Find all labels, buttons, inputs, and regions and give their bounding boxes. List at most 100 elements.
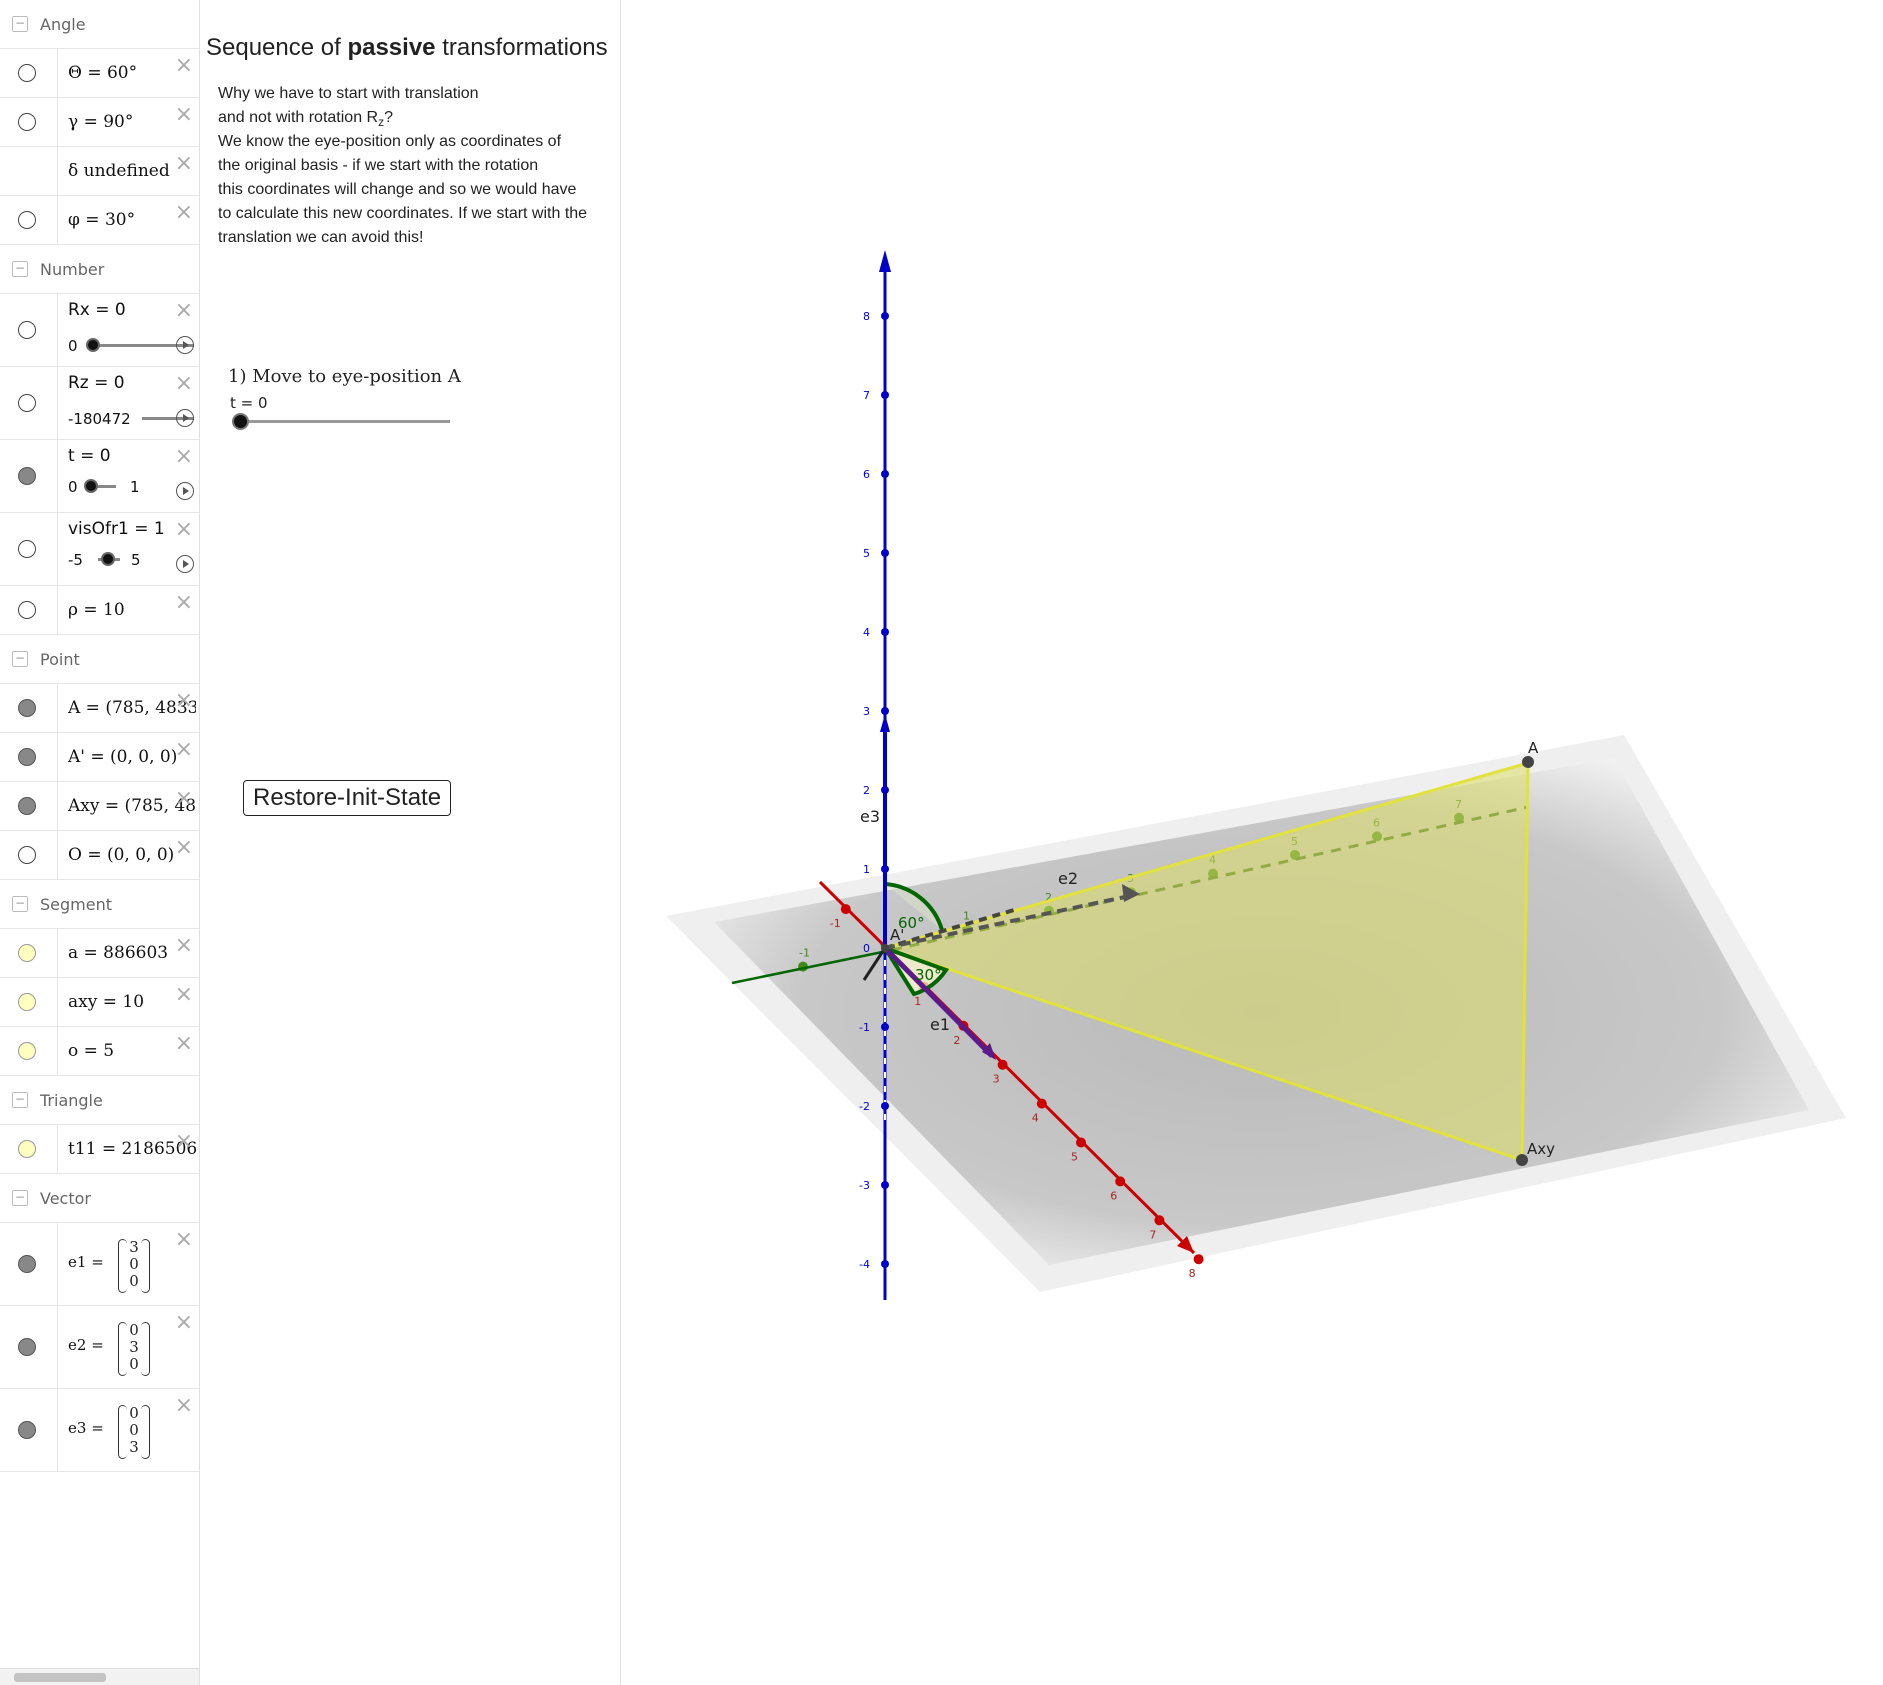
delete-icon[interactable]: ×	[175, 935, 193, 957]
delete-icon[interactable]: ×	[175, 788, 193, 810]
t-min: 0	[68, 478, 78, 496]
collapse-icon[interactable]: −	[12, 261, 28, 277]
visibility-toggle[interactable]	[18, 748, 36, 766]
play-icon[interactable]	[176, 555, 194, 573]
algebra-row-delta[interactable]: δ undefined ×	[0, 147, 199, 196]
visofr-slider-knob[interactable]	[101, 552, 115, 566]
visibility-toggle[interactable]	[18, 467, 36, 485]
algebra-row-vector-e1[interactable]: e1 = 3 0 0 ×	[0, 1223, 199, 1306]
visibility-toggle[interactable]	[18, 993, 36, 1011]
visibility-toggle[interactable]	[18, 1255, 36, 1273]
algebra-row-segment-o[interactable]: o = 5 ×	[0, 1027, 199, 1076]
delete-icon[interactable]: ×	[175, 690, 193, 712]
algebra-row-point-axy[interactable]: Axy = (785, 4833 ×	[0, 782, 199, 831]
delete-icon[interactable]: ×	[175, 55, 193, 77]
delete-icon[interactable]: ×	[175, 104, 193, 126]
category-vector[interactable]: − Vector	[0, 1174, 199, 1223]
visibility-toggle[interactable]	[18, 601, 36, 619]
delete-icon[interactable]: ×	[175, 202, 193, 224]
visibility-toggle[interactable]	[18, 944, 36, 962]
algebra-row-rz[interactable]: Rz = 0 -180472 ×	[0, 367, 199, 440]
algebra-row-theta[interactable]: Θ = 60° ×	[0, 49, 199, 98]
3d-canvas[interactable]: 876543210-1-2-3-4 -112345678 -11234567 A…	[624, 0, 1883, 1685]
category-triangle[interactable]: − Triangle	[0, 1076, 199, 1125]
z-tick-label: 8	[863, 310, 870, 323]
x-tick-label: 2	[953, 1034, 960, 1047]
visibility-toggle[interactable]	[18, 1140, 36, 1158]
label-a: A	[1528, 739, 1539, 757]
delete-icon[interactable]: ×	[175, 373, 193, 395]
delete-icon[interactable]: ×	[175, 1033, 193, 1055]
graphics-3d-view[interactable]: 876543210-1-2-3-4 -112345678 -11234567 A…	[624, 0, 1883, 1685]
algebra-row-vector-e3[interactable]: e3 = 0 0 3 ×	[0, 1389, 199, 1472]
delete-icon[interactable]: ×	[175, 984, 193, 1006]
play-icon[interactable]	[176, 336, 194, 354]
algebra-row-triangle[interactable]: t11 = 2186506 ×	[0, 1125, 199, 1174]
category-number[interactable]: − Number	[0, 245, 199, 294]
collapse-icon[interactable]: −	[12, 896, 28, 912]
algebra-row-point-aprime[interactable]: A' = (0, 0, 0) ×	[0, 733, 199, 782]
delete-icon[interactable]: ×	[175, 1312, 193, 1334]
algebra-row-t[interactable]: t = 0 0 1 ×	[0, 440, 199, 513]
category-label: Vector	[40, 1188, 91, 1208]
delete-icon[interactable]: ×	[175, 519, 193, 541]
label-axy: Axy	[1527, 1140, 1555, 1158]
rx-slider-knob[interactable]	[86, 338, 100, 352]
algebra-row-rho[interactable]: ρ = 10 ×	[0, 586, 199, 635]
delete-icon[interactable]: ×	[175, 153, 193, 175]
visibility-toggle[interactable]	[18, 846, 36, 864]
algebra-row-vector-e2[interactable]: e2 = 0 3 0 ×	[0, 1306, 199, 1389]
z-tick-mark	[881, 628, 889, 636]
point-a[interactable]	[1522, 756, 1534, 768]
visibility-toggle[interactable]	[18, 394, 36, 412]
algebra-row-point-o[interactable]: O = (0, 0, 0) ×	[0, 831, 199, 880]
delete-icon[interactable]: ×	[175, 592, 193, 614]
play-icon[interactable]	[176, 409, 194, 427]
z-tick-label: 6	[863, 468, 870, 481]
collapse-icon[interactable]: −	[12, 1190, 28, 1206]
algebra-row-segment-axy[interactable]: axy = 10 ×	[0, 978, 199, 1027]
visibility-toggle[interactable]	[18, 540, 36, 558]
t-slider-knob[interactable]	[84, 479, 98, 493]
visibility-toggle[interactable]	[18, 1042, 36, 1060]
algebra-row-segment-a[interactable]: a = 886603 ×	[0, 929, 199, 978]
paragraph-line: Why we have to start with translation	[218, 85, 479, 102]
z-tick-mark	[881, 470, 889, 478]
category-segment[interactable]: − Segment	[0, 880, 199, 929]
visibility-toggle[interactable]	[18, 1338, 36, 1356]
restore-init-state-button[interactable]: Restore-Init-State	[243, 780, 452, 816]
algebra-row-visofr[interactable]: visOfr1 = 1 -5 5 ×	[0, 513, 199, 586]
visibility-toggle[interactable]	[18, 113, 36, 131]
algebra-row-point-a[interactable]: A = (785, 48330 ×	[0, 684, 199, 733]
t-slider-knob[interactable]	[232, 413, 249, 430]
t-slider-track[interactable]	[238, 420, 450, 423]
collapse-icon[interactable]: −	[12, 1092, 28, 1108]
visibility-toggle[interactable]	[18, 64, 36, 82]
collapse-icon[interactable]: −	[12, 651, 28, 667]
visibility-toggle[interactable]	[18, 1421, 36, 1439]
delete-icon[interactable]: ×	[175, 837, 193, 859]
category-point[interactable]: − Point	[0, 635, 199, 684]
scrollbar-thumb[interactable]	[14, 1673, 106, 1682]
visibility-toggle[interactable]	[18, 699, 36, 717]
collapse-icon[interactable]: −	[12, 16, 28, 32]
category-angle[interactable]: − Angle	[0, 0, 199, 49]
delete-icon[interactable]: ×	[175, 1395, 193, 1417]
delete-icon[interactable]: ×	[175, 1131, 193, 1153]
point-aprime[interactable]	[881, 944, 889, 952]
z-tick-mark	[881, 549, 889, 557]
delete-icon[interactable]: ×	[175, 300, 193, 322]
category-label: Number	[40, 259, 105, 279]
z-axis-arrow	[879, 250, 891, 272]
visibility-toggle[interactable]	[18, 321, 36, 339]
delete-icon[interactable]: ×	[175, 739, 193, 761]
algebra-row-phi[interactable]: φ = 30° ×	[0, 196, 199, 245]
play-icon[interactable]	[176, 482, 194, 500]
algebra-row-gamma[interactable]: γ = 90° ×	[0, 98, 199, 147]
delete-icon[interactable]: ×	[175, 446, 193, 468]
algebra-row-rx[interactable]: Rx = 0 0 ×	[0, 294, 199, 367]
visibility-toggle[interactable]	[18, 797, 36, 815]
delete-icon[interactable]: ×	[175, 1229, 193, 1251]
visibility-toggle[interactable]	[18, 211, 36, 229]
horizontal-scrollbar[interactable]	[0, 1668, 199, 1685]
